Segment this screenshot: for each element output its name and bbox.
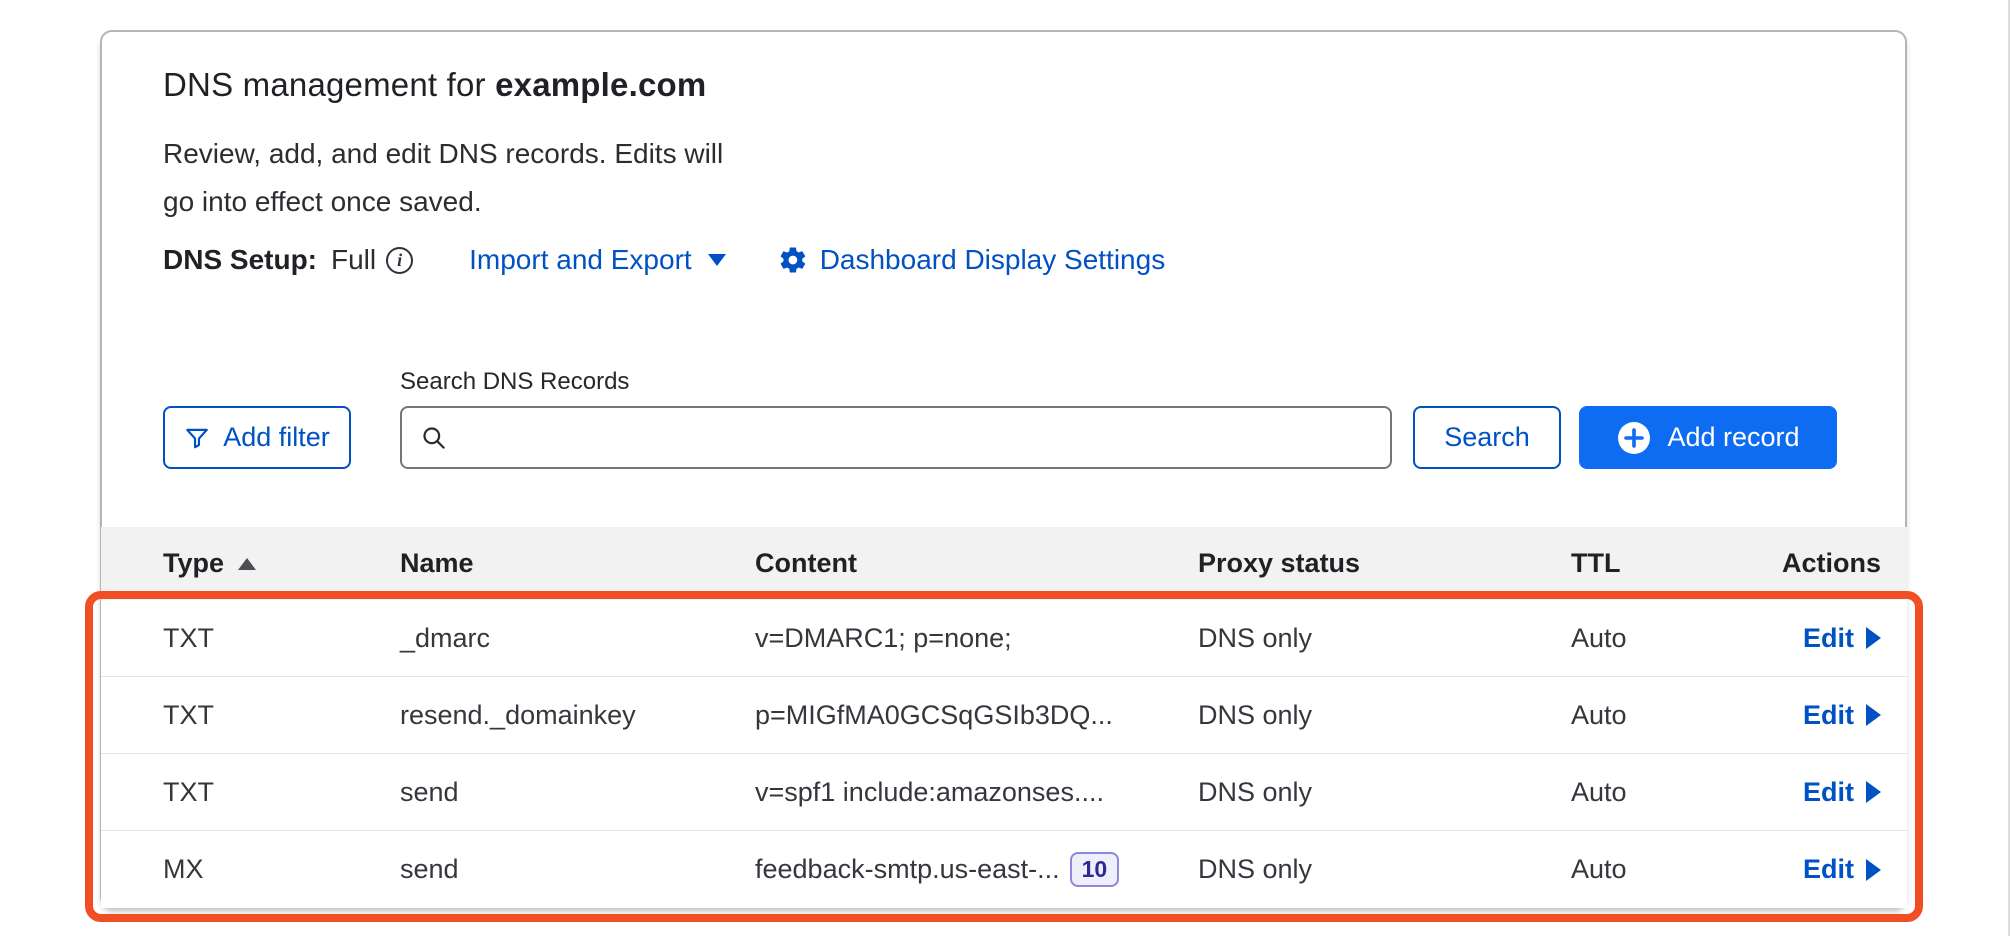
record-content-text: p=MIGfMA0GCSqGSIb3DQ... [755, 700, 1113, 731]
cell-type: TXT [163, 777, 400, 808]
dashboard-display-settings-label: Dashboard Display Settings [820, 244, 1166, 276]
filter-icon [184, 425, 210, 451]
cell-content: feedback-smtp.us-east-... 10 [755, 852, 1198, 887]
cell-content: v=DMARC1; p=none; [755, 623, 1198, 654]
edit-label: Edit [1803, 700, 1854, 731]
page-title: DNS management for example.com [163, 66, 706, 104]
viewport-right-edge [2008, 0, 2010, 936]
cell-ttl: Auto [1571, 854, 1771, 885]
page-title-domain: example.com [495, 66, 706, 103]
search-dns-records-label: Search DNS Records [400, 368, 629, 396]
cell-proxy-status: DNS only [1198, 700, 1571, 731]
info-icon[interactable]: i [386, 247, 413, 274]
import-export-link[interactable]: Import and Export [469, 244, 726, 276]
add-record-label: Add record [1667, 422, 1799, 453]
column-header-name: Name [400, 548, 755, 579]
search-button-label: Search [1444, 422, 1530, 453]
chevron-right-icon [1866, 781, 1881, 803]
table-row: MX send feedback-smtp.us-east-... 10 DNS … [101, 831, 1907, 908]
chevron-down-icon [708, 254, 726, 266]
add-filter-button[interactable]: Add filter [163, 406, 351, 469]
cell-proxy-status: DNS only [1198, 623, 1571, 654]
cell-content: v=spf1 include:amazonses.... [755, 777, 1198, 808]
edit-label: Edit [1803, 623, 1854, 654]
cell-content: p=MIGfMA0GCSqGSIb3DQ... [755, 700, 1198, 731]
cell-proxy-status: DNS only [1198, 777, 1571, 808]
page-title-prefix: DNS management for [163, 66, 495, 103]
dns-setup-row: DNS Setup: Full i Import and Export Dash… [163, 244, 1165, 276]
cell-ttl: Auto [1571, 623, 1771, 654]
column-header-actions: Actions [1771, 548, 1881, 579]
search-input-container [400, 406, 1392, 469]
record-content-text: v=spf1 include:amazonses.... [755, 777, 1104, 808]
edit-record-link[interactable]: Edit [1803, 854, 1881, 885]
add-filter-label: Add filter [223, 422, 330, 453]
dns-setup-value: Full [331, 244, 376, 276]
dns-records-table: Type Name Content Proxy status TTL Actio… [101, 527, 1907, 908]
column-header-type-label: Type [163, 548, 224, 579]
edit-record-link[interactable]: Edit [1803, 777, 1881, 808]
chevron-right-icon [1866, 704, 1881, 726]
edit-record-link[interactable]: Edit [1803, 623, 1881, 654]
cell-name: resend._domainkey [400, 700, 755, 731]
chevron-right-icon [1866, 627, 1881, 649]
column-header-proxy-status: Proxy status [1198, 548, 1571, 579]
edit-label: Edit [1803, 854, 1854, 885]
sort-ascending-icon [238, 558, 256, 570]
mx-priority-badge: 10 [1070, 852, 1120, 887]
cell-name: send [400, 777, 755, 808]
cell-name: _dmarc [400, 623, 755, 654]
table-row: TXT send v=spf1 include:amazonses.... DN… [101, 754, 1907, 831]
gear-icon [778, 245, 808, 275]
table-body: TXT _dmarc v=DMARC1; p=none; DNS only Au… [101, 600, 1907, 908]
cell-type: MX [163, 854, 400, 885]
add-record-button[interactable]: Add record [1579, 406, 1837, 469]
cell-proxy-status: DNS only [1198, 854, 1571, 885]
plus-icon [1616, 420, 1652, 456]
table-row: TXT resend._domainkey p=MIGfMA0GCSqGSIb3… [101, 677, 1907, 754]
import-export-label: Import and Export [469, 244, 692, 276]
page-description-line-1: Review, add, and edit DNS records. Edits… [163, 138, 723, 170]
record-content-text: feedback-smtp.us-east-... [755, 854, 1060, 885]
dashboard-display-settings-link[interactable]: Dashboard Display Settings [778, 244, 1166, 276]
column-header-ttl: TTL [1571, 548, 1771, 579]
table-header-row: Type Name Content Proxy status TTL Actio… [101, 527, 1907, 600]
cell-ttl: Auto [1571, 700, 1771, 731]
search-icon [420, 424, 447, 451]
dns-setup-label: DNS Setup: [163, 244, 317, 276]
cell-ttl: Auto [1571, 777, 1771, 808]
search-input[interactable] [461, 422, 1390, 453]
table-row: TXT _dmarc v=DMARC1; p=none; DNS only Au… [101, 600, 1907, 677]
record-content-text: v=DMARC1; p=none; [755, 623, 1012, 654]
cell-name: send [400, 854, 755, 885]
search-button[interactable]: Search [1413, 406, 1561, 469]
column-header-type[interactable]: Type [163, 548, 400, 579]
cell-type: TXT [163, 700, 400, 731]
edit-label: Edit [1803, 777, 1854, 808]
page-description-line-2: go into effect once saved. [163, 186, 482, 218]
chevron-right-icon [1866, 859, 1881, 881]
cell-type: TXT [163, 623, 400, 654]
column-header-content: Content [755, 548, 1198, 579]
edit-record-link[interactable]: Edit [1803, 700, 1881, 731]
